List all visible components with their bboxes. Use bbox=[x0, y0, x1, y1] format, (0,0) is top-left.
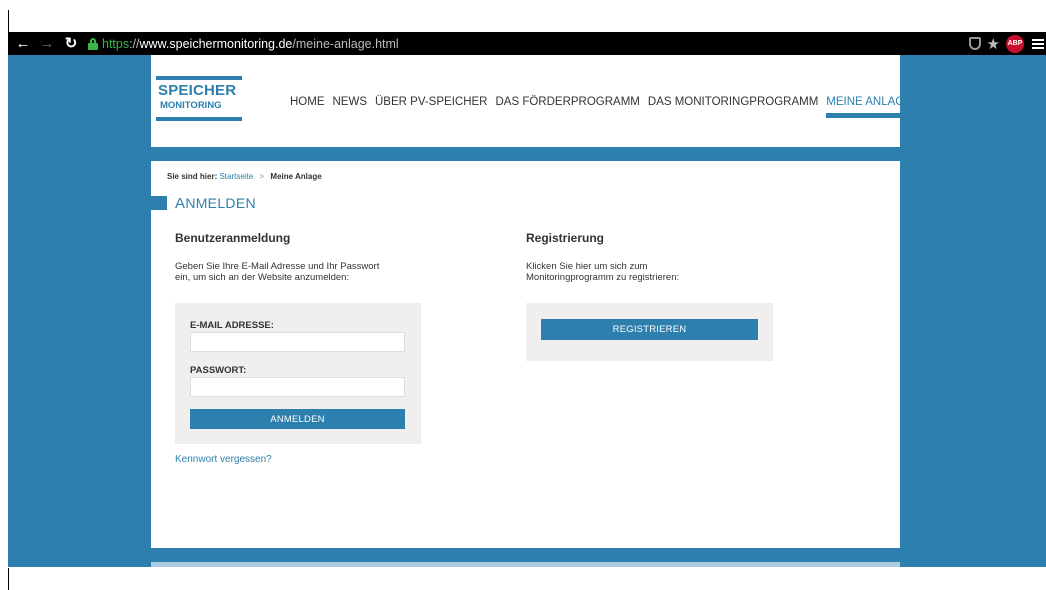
nav-home[interactable]: HOME bbox=[290, 96, 325, 108]
register-description: Klicken Sie hier um sich zum Monitoringp… bbox=[526, 261, 776, 283]
breadcrumb: Sie sind hier: Startseite > Meine Anlage bbox=[167, 172, 322, 181]
heading-marker bbox=[151, 196, 167, 210]
footer-edge bbox=[151, 562, 900, 567]
browser-toolbar: ← → ↻ https://www.speichermonitoring.de/… bbox=[8, 32, 1046, 55]
url-separator: :// bbox=[129, 36, 140, 51]
url-host: www.speichermonitoring.de bbox=[139, 36, 293, 51]
login-description-line1: Geben Sie Ihre E-Mail Adresse und Ihr Pa… bbox=[175, 261, 380, 272]
login-form: E-MAIL ADRESSE: PASSWORT: ANMELDEN bbox=[175, 303, 421, 444]
register-title: Registrierung bbox=[526, 231, 605, 245]
register-section: Registrierung Klicken Sie hier um sich z… bbox=[526, 231, 776, 283]
window-edge-bottom bbox=[8, 568, 9, 590]
url-path: /meine-anlage.html bbox=[292, 36, 399, 51]
page-title-rest: NMELDEN bbox=[185, 195, 256, 211]
lock-icon bbox=[88, 37, 98, 50]
breadcrumb-current: Meine Anlage bbox=[270, 172, 322, 181]
window-edge bbox=[8, 10, 9, 32]
site-logo[interactable]: SPEICHER MONITORING bbox=[156, 76, 242, 121]
login-description-line2: ein, um sich an der Website anzumelden: bbox=[175, 272, 350, 283]
adblock-icon[interactable]: ABP bbox=[1006, 34, 1024, 53]
email-field[interactable] bbox=[190, 332, 405, 352]
breadcrumb-separator: > bbox=[259, 172, 265, 181]
login-button[interactable]: ANMELDEN bbox=[190, 409, 405, 429]
password-field[interactable] bbox=[190, 377, 405, 397]
top-strip bbox=[0, 0, 1046, 32]
register-button[interactable]: REGISTRIEREN bbox=[541, 319, 758, 340]
reload-icon[interactable]: ↻ bbox=[62, 32, 80, 55]
login-title: Benutzeranmeldung bbox=[175, 231, 291, 245]
nav-foerderprogramm[interactable]: DAS FÖRDERPROGRAMM bbox=[495, 96, 639, 108]
password-label: PASSWORT: bbox=[190, 365, 247, 376]
back-arrow-icon[interactable]: ← bbox=[14, 32, 32, 55]
email-label: E-MAIL ADRESSE: bbox=[190, 320, 274, 331]
logo-line2: MONITORING bbox=[160, 100, 222, 111]
breadcrumb-label: Sie sind hier: bbox=[167, 172, 218, 181]
page: SPEICHER MONITORING HOME NEWS ÜBER PV-SP… bbox=[8, 55, 1046, 567]
register-description-line2: Monitoringprogramm zu registrieren: bbox=[526, 272, 680, 283]
login-description: Geben Sie Ihre E-Mail Adresse und Ihr Pa… bbox=[175, 261, 425, 283]
register-panel: REGISTRIEREN bbox=[526, 303, 773, 361]
site-header: SPEICHER MONITORING HOME NEWS ÜBER PV-SP… bbox=[151, 55, 912, 147]
forward-arrow-icon[interactable]: → bbox=[38, 32, 56, 55]
nav-ueber-pv-speicher[interactable]: ÜBER PV-SPEICHER bbox=[375, 96, 487, 108]
nav-news[interactable]: NEWS bbox=[333, 96, 368, 108]
star-icon[interactable]: ★ bbox=[987, 35, 1000, 53]
page-title-initial: A bbox=[175, 195, 186, 212]
menu-icon[interactable] bbox=[1032, 38, 1044, 49]
nav-meine-anlage[interactable]: MEINE ANLAGE bbox=[826, 96, 912, 118]
address-bar[interactable]: https://www.speichermonitoring.de/meine-… bbox=[102, 37, 399, 51]
main-content: Sie sind hier: Startseite > Meine Anlage… bbox=[151, 161, 900, 548]
shield-icon[interactable] bbox=[968, 37, 981, 50]
login-section: Benutzeranmeldung Geben Sie Ihre E-Mail … bbox=[175, 231, 425, 283]
main-nav: HOME NEWS ÜBER PV-SPEICHER DAS FÖRDERPRO… bbox=[290, 96, 920, 118]
logo-line1: SPEICHER bbox=[158, 82, 237, 99]
forgot-password-link[interactable]: Kennwort vergessen? bbox=[175, 454, 272, 465]
page-title: ANMELDEN bbox=[175, 195, 256, 212]
register-description-line1: Klicken Sie hier um sich zum bbox=[526, 261, 648, 272]
breadcrumb-home-link[interactable]: Startseite bbox=[219, 172, 253, 181]
url-scheme: https bbox=[102, 36, 130, 51]
nav-monitoringprogramm[interactable]: DAS MONITORINGPROGRAMM bbox=[648, 96, 818, 108]
